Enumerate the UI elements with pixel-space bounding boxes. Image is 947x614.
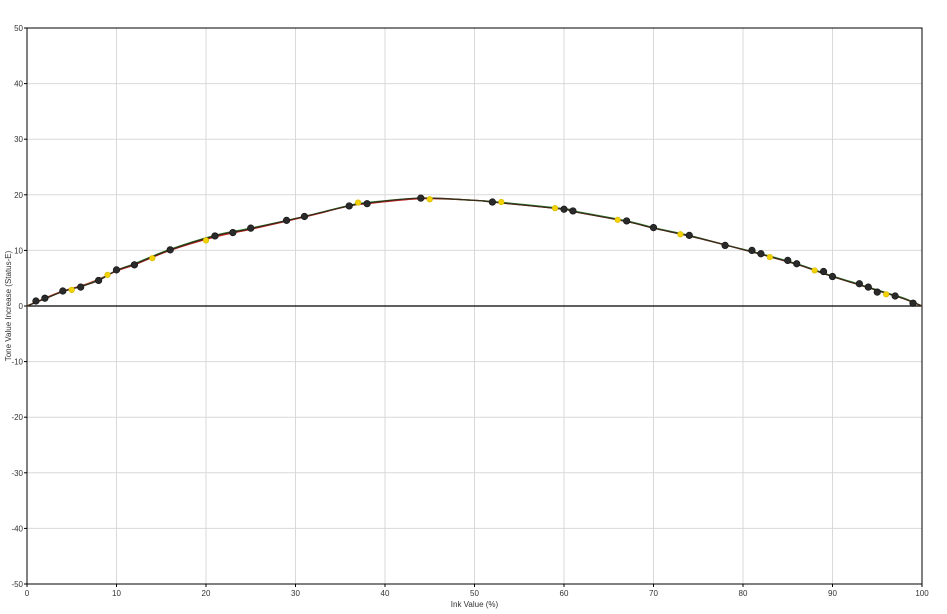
data-point [68, 286, 75, 293]
data-point [112, 266, 121, 274]
x-tick-label: 70 [649, 589, 658, 598]
data-point [247, 224, 255, 232]
data-point [300, 212, 309, 221]
data-point [569, 207, 577, 215]
y-tick-label: -20 [11, 413, 23, 422]
y-tick-label: 50 [14, 24, 23, 33]
x-tick-label: 90 [828, 589, 837, 598]
data-point [891, 292, 899, 300]
data-point [104, 271, 111, 278]
data-point [41, 294, 49, 302]
data-point [819, 267, 828, 276]
data-point [166, 246, 174, 254]
data-point [130, 261, 138, 269]
data-point [757, 250, 765, 258]
data-point [345, 202, 353, 210]
data-point [363, 200, 371, 208]
data-point [828, 272, 837, 281]
data-point [855, 280, 863, 288]
y-tick-label: 0 [19, 302, 24, 311]
data-point [748, 246, 756, 254]
data-point [811, 267, 818, 274]
data-point [623, 217, 631, 225]
data-point [721, 241, 729, 249]
data-point [864, 283, 872, 291]
y-tick-label: -50 [11, 580, 23, 589]
data-point [766, 253, 773, 261]
x-tick-label: 100 [915, 589, 929, 598]
axes [24, 27, 923, 587]
data-point [149, 255, 156, 262]
data-point [909, 299, 917, 307]
x-tick-label: 20 [202, 589, 211, 598]
y-tick-label: 40 [14, 80, 23, 89]
data-point [498, 198, 505, 206]
data-point [649, 224, 658, 232]
data-point [685, 231, 693, 239]
data-point [677, 231, 684, 238]
data-point [883, 291, 890, 298]
x-tick-label: 50 [470, 589, 479, 598]
data-point [229, 229, 237, 237]
x-tick-label: 30 [291, 589, 300, 598]
y-tick-label: 30 [14, 135, 23, 144]
data-point [94, 276, 103, 285]
data-point [417, 194, 425, 202]
x-tick-label: 40 [381, 589, 390, 598]
x-axis-title: Ink Value (%) [451, 600, 499, 609]
y-tick-label: 10 [14, 246, 23, 255]
data-point [784, 256, 792, 265]
y-tick-label: -30 [11, 469, 23, 478]
x-tick-label: 10 [112, 589, 121, 598]
data-point [202, 237, 210, 244]
x-tick-label: 0 [25, 589, 30, 598]
y-axis-title: Tone Value Increase (Status-E) [4, 250, 13, 361]
data-point [488, 198, 497, 206]
data-point [551, 205, 559, 212]
x-tick-label: 60 [560, 589, 569, 598]
data-point [32, 297, 40, 305]
data-point [614, 216, 621, 223]
data-point [282, 216, 291, 224]
data-point [560, 205, 568, 213]
data-point [59, 287, 67, 295]
data-point [211, 232, 219, 240]
data-point [426, 196, 433, 203]
data-point [873, 288, 881, 296]
data-point [793, 260, 801, 268]
data-point [77, 283, 85, 291]
y-tick-label: 20 [14, 191, 23, 200]
chart: 0 10 20 30 40 50 60 70 80 90 10050403020100-10-20-… [4, 24, 929, 609]
data-point [355, 199, 362, 206]
y-tick-label: -10 [11, 358, 23, 367]
tick-labels: 0 10 20 30 40 50 60 70 80 90 10050403020100-10-20-… [11, 24, 929, 598]
x-tick-label: 80 [739, 589, 748, 598]
y-tick-label: -40 [11, 524, 23, 533]
